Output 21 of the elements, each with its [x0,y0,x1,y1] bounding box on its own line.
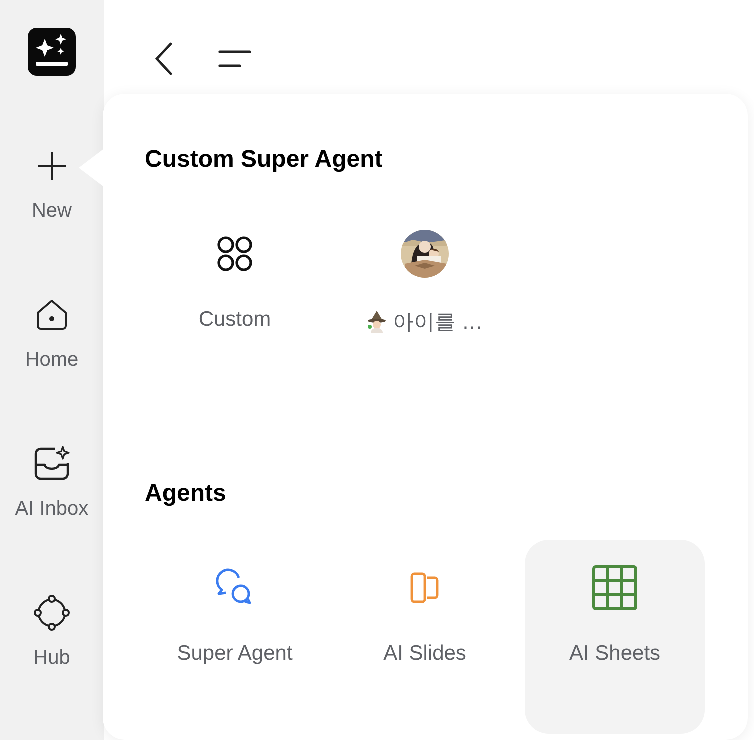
agent-tile[interactable]: Custom [145,206,325,400]
menu-button[interactable] [218,50,252,68]
back-button[interactable] [154,42,174,76]
logo-icon[interactable] [28,28,76,76]
wizard-icon [367,311,388,333]
hub-icon [33,594,71,632]
home-icon [35,298,69,332]
plus-icon [36,150,68,182]
agent-tile[interactable]: AI Sheets [525,540,705,734]
grid-icon [592,565,638,611]
inbox-icon [33,445,71,483]
sidebar-item[interactable]: AI Inbox [2,440,102,589]
sidebar-item[interactable]: Hub [2,589,102,738]
agent-tile[interactable]: AI Slides [335,540,515,734]
sidebar-item[interactable]: New [2,142,102,291]
four-circles-icon [215,234,255,274]
agent-tile[interactable]: 아이를 … [335,206,515,400]
section-heading: Agents [145,479,228,509]
sidebar-item[interactable]: Home [2,291,102,440]
agent-tile[interactable]: Super Agent [145,540,325,734]
section-heading: Custom Super Agent [145,145,384,175]
